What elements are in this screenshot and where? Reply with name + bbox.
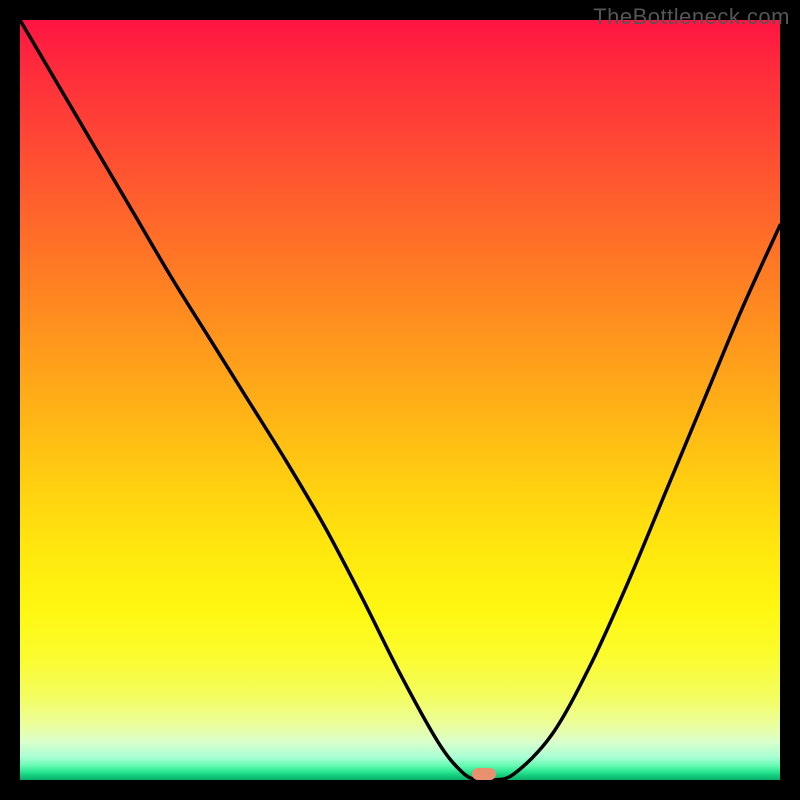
curve-svg	[20, 20, 780, 780]
chart-frame: TheBottleneck.com	[0, 0, 800, 800]
optimal-marker	[472, 768, 496, 780]
plot-area	[20, 20, 780, 780]
watermark-text: TheBottleneck.com	[593, 4, 790, 30]
bottleneck-curve-path	[20, 20, 780, 780]
